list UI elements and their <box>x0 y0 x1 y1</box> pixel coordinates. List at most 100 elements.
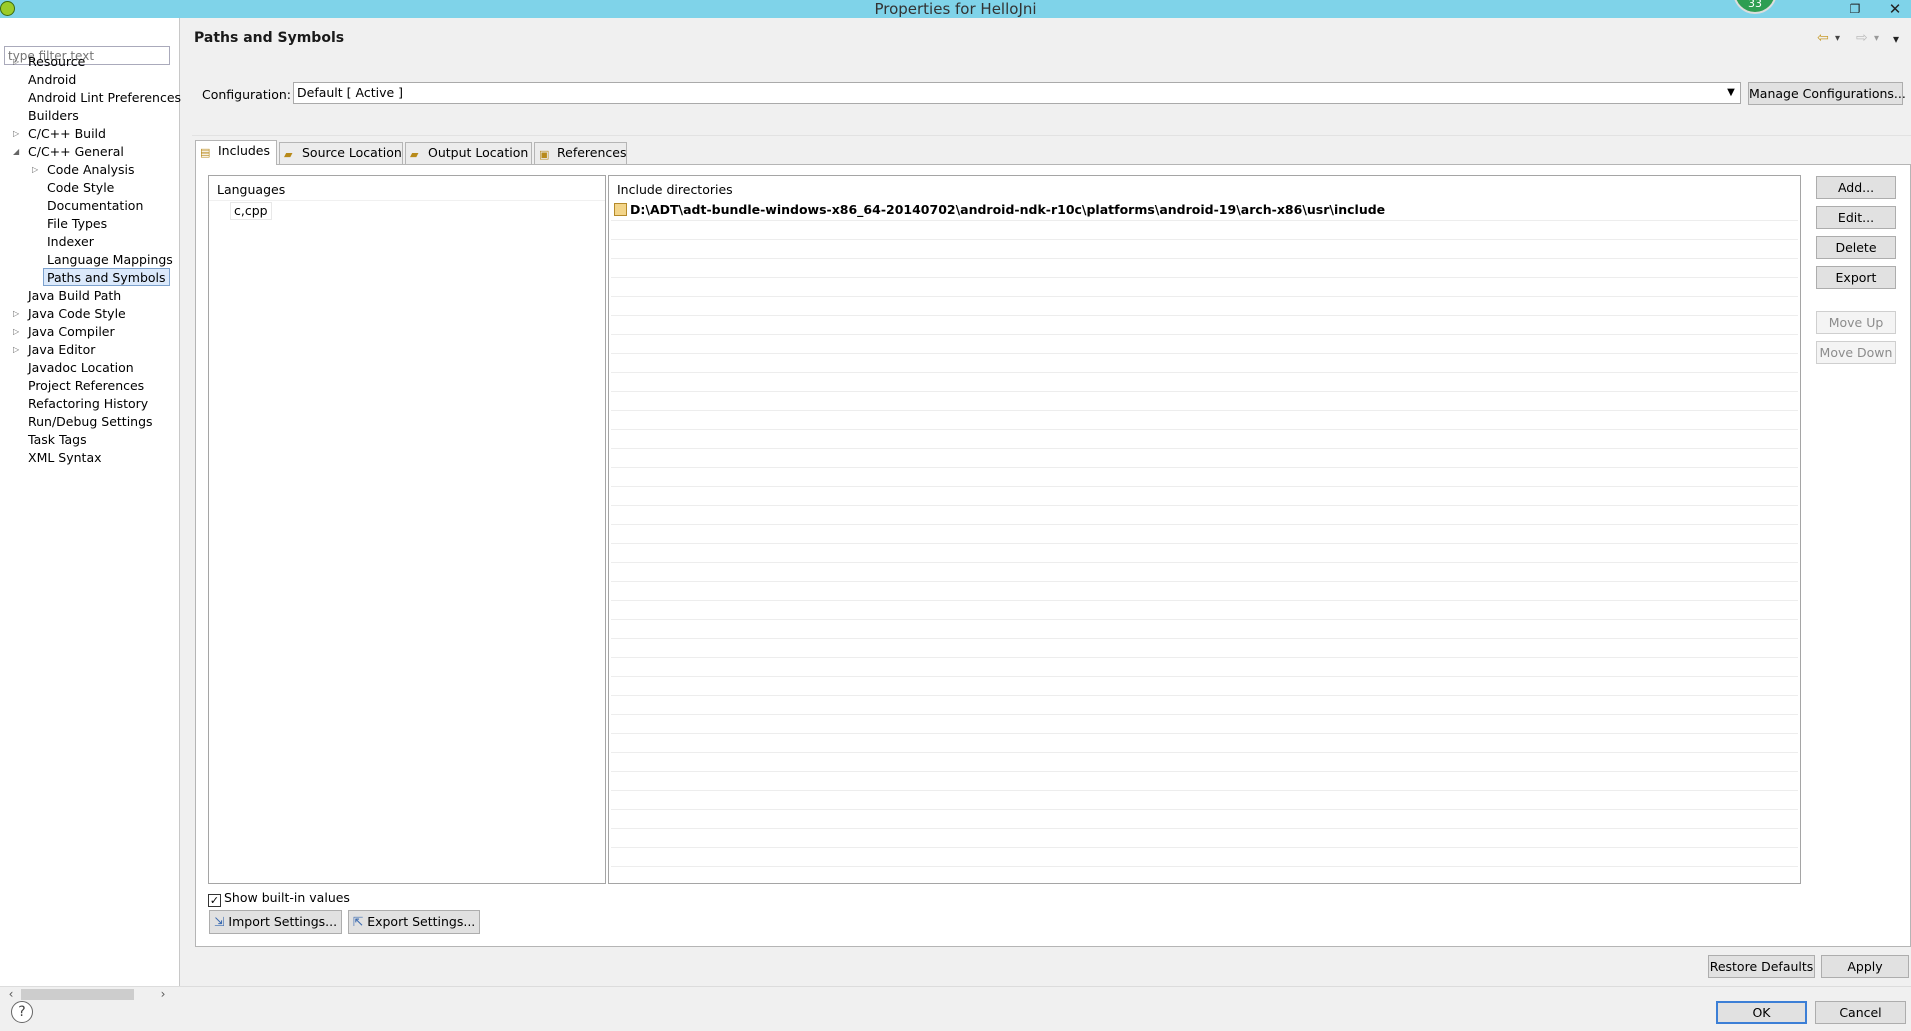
tab-source-location[interactable]: ▰ Source Location <box>279 142 403 164</box>
tree-item[interactable]: Run/Debug Settings <box>28 413 153 431</box>
tree-item[interactable]: Refactoring History <box>28 395 148 413</box>
tree-item[interactable]: C/C++ General <box>28 143 124 161</box>
tab-label: References <box>557 145 627 160</box>
row-divider <box>611 828 1798 829</box>
tree-item[interactable]: Android Lint Preferences <box>28 89 181 107</box>
row-divider <box>611 733 1798 734</box>
tab-includes[interactable]: ▤ Includes <box>195 140 277 165</box>
row-divider <box>611 638 1798 639</box>
tab-output-location[interactable]: ▰ Output Location <box>405 142 532 164</box>
tab-references[interactable]: ▣ References <box>534 142 627 164</box>
scrollbar-thumb[interactable] <box>21 989 134 1000</box>
tree-item[interactable]: Java Editor <box>28 341 95 359</box>
row-divider <box>611 429 1798 430</box>
back-menu-chevron-icon[interactable]: ▾ <box>1835 33 1840 44</box>
scroll-right-icon[interactable]: › <box>156 986 170 1002</box>
horizontal-scrollbar[interactable]: ‹ › <box>4 986 170 1002</box>
tree-item[interactable]: Documentation <box>47 197 143 215</box>
tree-item[interactable]: File Types <box>47 215 107 233</box>
tree-item[interactable]: Android <box>28 71 76 89</box>
tree-item[interactable]: Java Build Path <box>28 287 121 305</box>
delete-button[interactable]: Delete <box>1816 236 1896 259</box>
include-directories-list: Include directories D:\ADT\adt-bundle-wi… <box>608 175 1801 884</box>
help-icon[interactable]: ? <box>11 1001 33 1023</box>
import-settings-label: Import Settings... <box>228 914 338 929</box>
ok-button[interactable]: OK <box>1716 1001 1807 1024</box>
tree-item[interactable]: Indexer <box>47 233 94 251</box>
back-arrow-icon[interactable]: ⇦ <box>1817 30 1829 46</box>
tree-item[interactable]: Code Analysis <box>47 161 134 179</box>
tree-item[interactable]: Code Style <box>47 179 114 197</box>
tree-item[interactable]: Resource <box>28 53 85 71</box>
import-settings-button[interactable]: ⇲ Import Settings... <box>209 910 342 934</box>
tree-collapsed-icon[interactable]: ▷ <box>13 125 23 143</box>
footer-divider <box>0 986 1911 987</box>
folder-icon: ▰ <box>410 148 419 161</box>
restore-window-icon[interactable]: ❐ <box>1844 0 1866 18</box>
export-settings-button[interactable]: ⇱ Export Settings... <box>348 910 480 934</box>
move-down-button[interactable]: Move Down <box>1816 341 1896 364</box>
tab-label: Output Location <box>428 145 529 160</box>
export-button[interactable]: Export <box>1816 266 1896 289</box>
add-button[interactable]: Add... <box>1816 176 1896 199</box>
view-menu-icon[interactable]: ▾ <box>1893 32 1899 46</box>
row-divider <box>611 220 1798 221</box>
row-divider <box>611 714 1798 715</box>
language-item[interactable]: c,cpp <box>230 202 272 220</box>
configuration-select[interactable]: Default [ Active ] ▼ <box>293 82 1741 104</box>
preferences-tree-pane: ▷ ResourceAndroidAndroid Lint Preferences… <box>0 18 181 1002</box>
row-divider <box>611 543 1798 544</box>
include-directory-item[interactable]: D:\ADT\adt-bundle-windows-x86_64-2014070… <box>614 202 1385 217</box>
forward-menu-chevron-icon[interactable]: ▾ <box>1874 33 1879 44</box>
tree-item[interactable]: C/C++ Build <box>28 125 106 143</box>
tree-item[interactable]: Project References <box>28 377 144 395</box>
languages-list: Languages c,cpp <box>208 175 606 884</box>
tree-item[interactable]: Builders <box>28 107 79 125</box>
restore-defaults-button[interactable]: Restore Defaults <box>1708 955 1815 978</box>
row-divider <box>611 600 1798 601</box>
row-divider <box>611 581 1798 582</box>
tree-collapsed-icon[interactable]: ▷ <box>13 53 23 71</box>
languages-header: Languages <box>217 182 286 197</box>
references-icon: ▣ <box>539 148 550 161</box>
row-divider <box>611 315 1798 316</box>
show-builtin-checkbox[interactable]: ✓ Show built-in values <box>208 890 350 907</box>
forward-arrow-icon[interactable]: ⇨ <box>1856 30 1868 46</box>
export-settings-label: Export Settings... <box>367 914 476 929</box>
tree-item[interactable]: XML Syntax <box>28 449 102 467</box>
row-divider <box>611 410 1798 411</box>
apply-button[interactable]: Apply <box>1821 955 1909 978</box>
edit-button[interactable]: Edit... <box>1816 206 1896 229</box>
tree-collapsed-icon[interactable]: ▷ <box>13 341 23 359</box>
tree-item[interactable]: Javadoc Location <box>28 359 134 377</box>
cancel-button[interactable]: Cancel <box>1815 1001 1906 1024</box>
tree-item[interactable]: Language Mappings <box>47 251 173 269</box>
title-bar: Properties for HelloJni 33 ❐ ✕ <box>0 0 1911 18</box>
tree-item[interactable]: Java Code Style <box>28 305 126 323</box>
move-up-button[interactable]: Move Up <box>1816 311 1896 334</box>
tree-collapsed-icon[interactable]: ▷ <box>13 323 23 341</box>
row-divider <box>611 752 1798 753</box>
tree-expanded-icon[interactable]: ◢ <box>13 143 23 161</box>
configuration-value: Default [ Active ] <box>297 85 404 100</box>
include-folder-icon <box>614 203 627 216</box>
close-window-icon[interactable]: ✕ <box>1884 0 1906 18</box>
row-divider <box>611 505 1798 506</box>
tree-collapsed-icon[interactable]: ▷ <box>13 305 23 323</box>
row-divider <box>611 467 1798 468</box>
include-directory-path: D:\ADT\adt-bundle-windows-x86_64-2014070… <box>630 202 1386 217</box>
row-divider <box>611 619 1798 620</box>
page-title: Paths and Symbols <box>194 30 345 46</box>
row-divider <box>611 277 1798 278</box>
row-divider <box>611 486 1798 487</box>
checkbox-checked-icon[interactable]: ✓ <box>208 894 221 907</box>
row-divider <box>611 353 1798 354</box>
row-divider <box>611 258 1798 259</box>
scroll-left-icon[interactable]: ‹ <box>4 986 18 1002</box>
tree-item[interactable]: Paths and Symbols <box>43 268 170 286</box>
manage-configurations-button[interactable]: Manage Configurations... <box>1748 82 1906 105</box>
tree-item[interactable]: Task Tags <box>28 431 87 449</box>
tree-item[interactable]: Java Compiler <box>28 323 115 341</box>
import-icon: ⇲ <box>213 914 225 929</box>
tree-collapsed-icon[interactable]: ▷ <box>32 161 42 179</box>
